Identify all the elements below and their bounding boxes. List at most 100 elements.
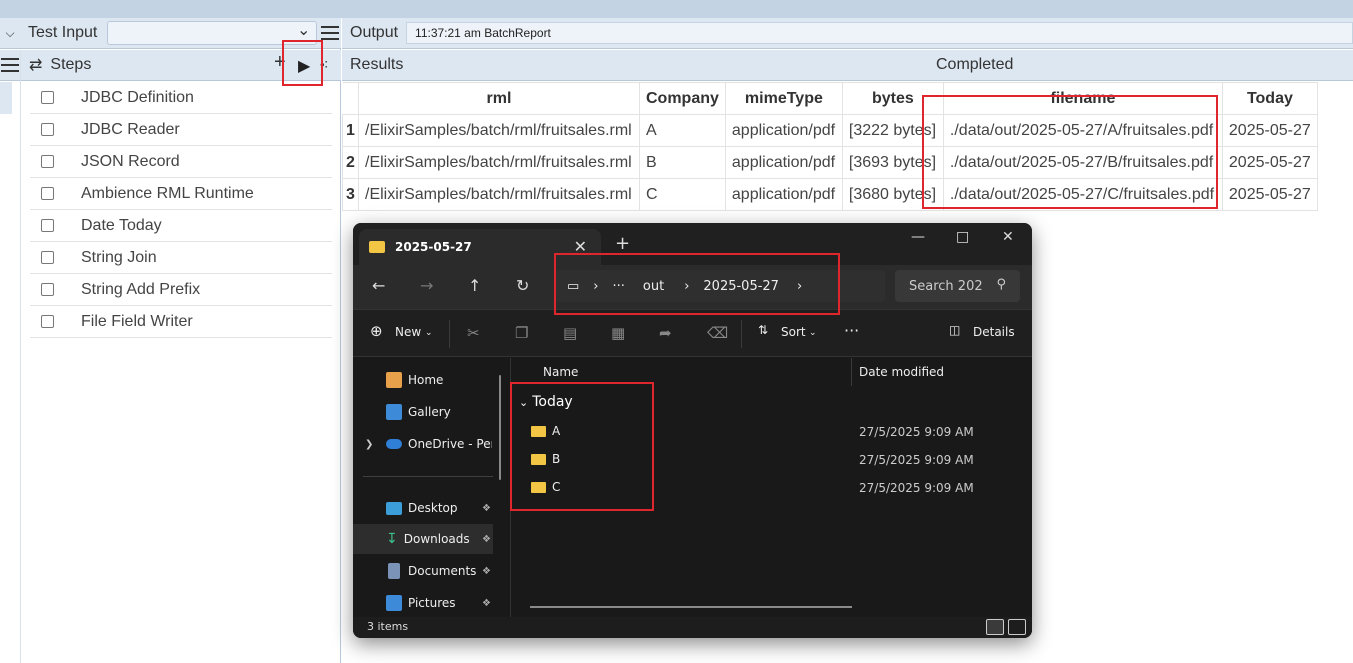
chevron-down-icon[interactable]: ⌵ (0, 26, 20, 41)
nav-item-gallery[interactable]: Gallery (353, 397, 493, 427)
menu-icon[interactable] (321, 26, 340, 40)
folder-icon (369, 241, 385, 253)
column-header[interactable]: mimeType (724, 82, 843, 115)
details-icon[interactable]: ◫ (949, 323, 960, 337)
cell-rml: /ElixirSamples/batch/rml/fruitsales.rml (358, 178, 640, 211)
cloud-icon (386, 439, 402, 449)
output-label: Output (350, 24, 399, 41)
nav-item-desktop[interactable]: Desktop ❖ (353, 493, 493, 523)
top-strip (0, 0, 1353, 18)
test-input-label: Test Input (28, 24, 98, 41)
pin-icon[interactable]: ❖ (482, 598, 491, 609)
details-button[interactable]: Details (973, 325, 1015, 339)
status-text: Completed (936, 56, 1014, 73)
scrollbar[interactable] (530, 606, 852, 608)
pin-icon[interactable]: ❖ (482, 534, 491, 545)
up-icon[interactable]: ↑ (468, 276, 481, 295)
nav-item-documents[interactable]: Documents ❖ (353, 556, 493, 586)
step-item[interactable]: Ambience RML Runtime (30, 178, 332, 210)
tab-title: 2025-05-27 (395, 240, 472, 254)
share-icon[interactable]: ➦ (659, 324, 672, 342)
copy-icon[interactable]: ❐ (515, 324, 528, 342)
output-selected: 11:37:21 am BatchReport (415, 26, 551, 40)
more-options-icon[interactable]: ··· (844, 321, 859, 340)
cell-company: B (639, 146, 726, 179)
refresh-icon[interactable]: ↻ (516, 276, 529, 295)
new-button[interactable]: New (395, 325, 421, 339)
menu-icon[interactable] (1, 58, 19, 72)
pin-icon[interactable]: ❖ (482, 566, 491, 577)
step-item[interactable]: File Field Writer (30, 306, 332, 338)
step-item[interactable]: JSON Record (30, 146, 332, 178)
row-index: 1 (342, 114, 359, 147)
scrollbar[interactable] (499, 375, 501, 480)
row-index: 2 (342, 146, 359, 179)
step-label: File Field Writer (81, 312, 193, 330)
nav-label: OneDrive - Perso (408, 437, 492, 451)
step-item[interactable]: JDBC Definition (30, 82, 332, 114)
cell-today: 2025-05-27 (1221, 146, 1318, 179)
pictures-icon (386, 595, 402, 611)
cut-icon[interactable]: ✂ (467, 324, 480, 342)
close-window-icon[interactable]: ✕ (1002, 229, 1014, 245)
output-header: Output 11:37:21 am BatchReport (342, 18, 1353, 49)
desktop-icon (386, 501, 402, 515)
step-item[interactable]: String Join (30, 242, 332, 274)
chevron-down-icon: ⌄ (809, 328, 817, 338)
maximize-icon[interactable]: □ (956, 229, 969, 245)
search-placeholder: Search 202 (909, 278, 983, 294)
rename-icon[interactable]: ▦ (611, 324, 625, 342)
chevron-right-icon[interactable]: ❯ (365, 439, 373, 450)
sort-button[interactable]: Sort (781, 325, 806, 339)
column-header[interactable]: Today (1221, 82, 1318, 115)
results-header: Results Completed (342, 50, 1353, 81)
sort-icon[interactable]: ⇅ (758, 323, 768, 337)
nav-item-downloads[interactable]: ↧ Downloads ❖ (353, 524, 493, 554)
tiles-view-icon[interactable] (1008, 619, 1026, 635)
step-label: Date Today (81, 216, 162, 234)
nav-item-home[interactable]: Home (353, 365, 493, 395)
step-item[interactable]: String Add Prefix (30, 274, 332, 306)
step-checkbox[interactable] (41, 187, 54, 200)
forward-icon[interactable]: → (420, 276, 433, 295)
step-item[interactable]: JDBC Reader (30, 114, 332, 146)
nav-item-pictures[interactable]: Pictures ❖ (353, 588, 493, 618)
paste-icon[interactable]: ▤ (563, 324, 577, 342)
step-checkbox[interactable] (41, 123, 54, 136)
output-select[interactable]: 11:37:21 am BatchReport (406, 22, 1353, 44)
step-checkbox[interactable] (41, 219, 54, 232)
pin-icon[interactable]: ❖ (482, 503, 491, 514)
step-label: Ambience RML Runtime (81, 184, 254, 202)
step-checkbox[interactable] (41, 283, 54, 296)
step-checkbox[interactable] (41, 315, 54, 328)
column-header[interactable]: Company (639, 82, 726, 115)
divider (363, 476, 493, 477)
cell-mimetype: application/pdf (724, 146, 843, 179)
minimize-icon[interactable]: — (911, 229, 925, 245)
delete-icon[interactable]: ⌫ (707, 324, 728, 342)
nav-label: Desktop (408, 501, 458, 515)
cell-company: C (639, 178, 726, 211)
highlight-box (510, 382, 654, 511)
nav-item-onedrive[interactable]: ❯ OneDrive - Perso (353, 429, 493, 459)
column-header-date[interactable]: Date modified (859, 358, 944, 386)
nav-label: Documents (408, 564, 477, 578)
divider (20, 50, 21, 663)
nav-label: Pictures (408, 596, 456, 610)
file-date: 27/5/2025 9:09 AM (859, 425, 974, 439)
step-checkbox[interactable] (41, 91, 54, 104)
new-tab-icon[interactable]: + (615, 233, 630, 254)
step-item[interactable]: Date Today (30, 210, 332, 242)
navigation-pane: Home Gallery ❯OneDrive - Perso Desktop❖ … (353, 358, 503, 617)
search-box[interactable]: Search 202 ⚲ (895, 270, 1020, 302)
back-icon[interactable]: ← (372, 276, 385, 295)
gallery-icon (386, 404, 402, 420)
step-checkbox[interactable] (41, 251, 54, 264)
details-view-icon[interactable] (986, 619, 1004, 635)
new-icon[interactable]: ⊕ (370, 322, 383, 340)
step-checkbox[interactable] (41, 155, 54, 168)
file-date: 27/5/2025 9:09 AM (859, 453, 974, 467)
command-bar: ⊕ New ⌄ ✂ ❐ ▤ ▦ ➦ ⌫ ⇅ Sort ⌄ ··· ◫ Detai… (353, 309, 1032, 357)
column-header[interactable]: rml (358, 82, 640, 115)
left-panel: ⌵ Test Input ⇄ Steps + ▶ •∶ JDBC Definit… (0, 18, 341, 663)
